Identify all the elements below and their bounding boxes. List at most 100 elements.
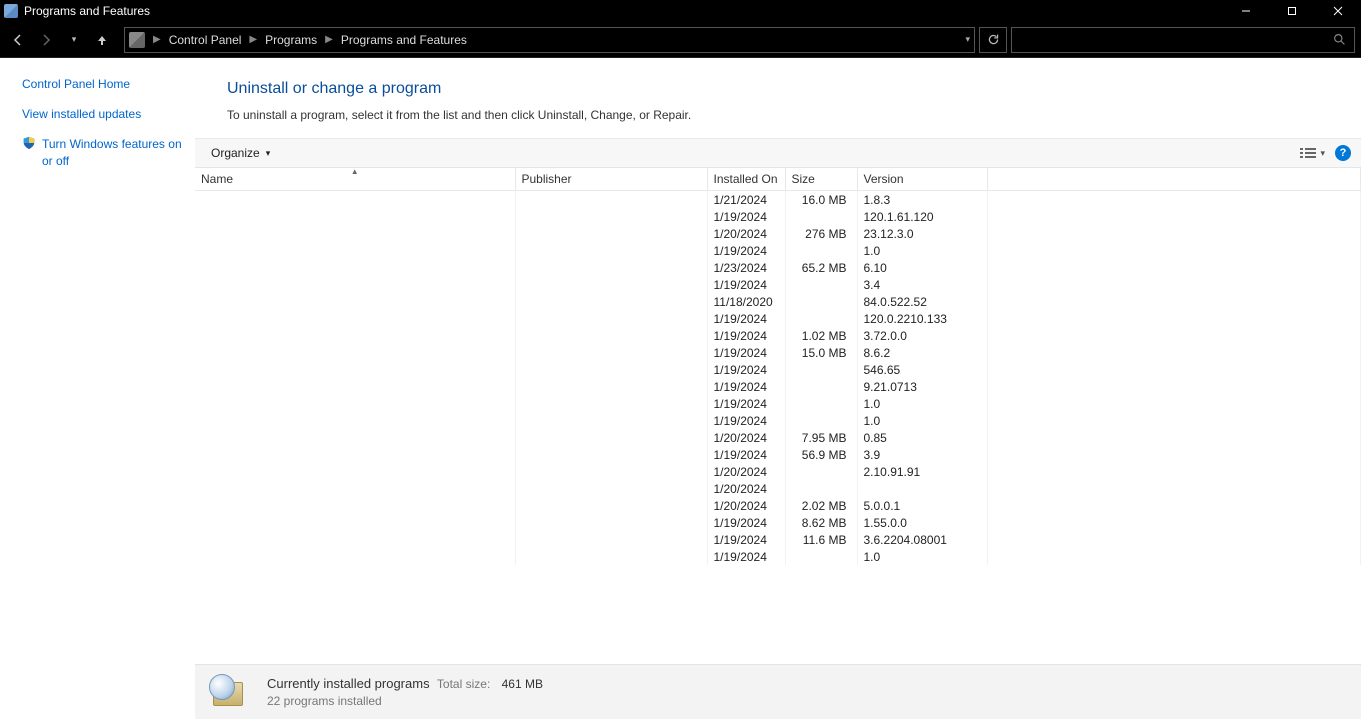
help-button[interactable]: ? (1335, 145, 1351, 161)
search-box[interactable] (1011, 27, 1355, 53)
table-row[interactable]: 1/19/2024120.1.61.120 (195, 208, 1361, 225)
cell-name (195, 208, 515, 225)
cell-version: 3.6.2204.08001 (857, 531, 987, 548)
status-count: 22 programs installed (267, 693, 543, 710)
cell-publisher (515, 412, 707, 429)
control-panel-home-link[interactable]: Control Panel Home (22, 76, 183, 92)
cell-publisher (515, 293, 707, 310)
cell-size (785, 242, 857, 259)
table-row[interactable]: 1/19/20241.0 (195, 395, 1361, 412)
cell-spacer (987, 344, 1361, 361)
cell-publisher (515, 361, 707, 378)
table-row[interactable]: 1/19/20248.62 MB1.55.0.0 (195, 514, 1361, 531)
cell-installed: 1/19/2024 (707, 412, 785, 429)
table-row[interactable]: 1/20/20242.10.91.91 (195, 463, 1361, 480)
cell-name (195, 480, 515, 497)
windows-features-link[interactable]: Turn Windows features on or off (22, 136, 183, 168)
address-dropdown-icon[interactable]: ▾ (965, 34, 970, 45)
table-row[interactable]: 1/19/202456.9 MB3.9 (195, 446, 1361, 463)
cell-version: 1.8.3 (857, 191, 987, 209)
table-row[interactable]: 1/19/20243.4 (195, 276, 1361, 293)
column-header-name[interactable]: Name ▲ (195, 168, 515, 191)
cell-size (785, 293, 857, 310)
cell-version (857, 480, 987, 497)
table-row[interactable]: 1/20/2024 (195, 480, 1361, 497)
table-row[interactable]: 1/19/20241.0 (195, 242, 1361, 259)
status-title: Currently installed programs (267, 676, 430, 691)
chevron-down-icon: ▾ (266, 148, 271, 159)
page-heading: Uninstall or change a program (227, 80, 1361, 98)
table-row[interactable]: 1/23/202465.2 MB6.10 (195, 259, 1361, 276)
cell-installed: 11/18/2020 (707, 293, 785, 310)
cell-size (785, 463, 857, 480)
cell-publisher (515, 208, 707, 225)
table-row[interactable]: 11/18/202084.0.522.52 (195, 293, 1361, 310)
cell-name (195, 412, 515, 429)
view-options-button[interactable]: ▾ (1300, 147, 1325, 159)
program-list: Name ▲ Publisher Installed On Size Versi… (195, 168, 1361, 664)
cell-version: 1.0 (857, 242, 987, 259)
breadcrumb-item[interactable]: Programs and Features (341, 33, 467, 47)
chevron-right-icon: ▶ (249, 34, 257, 45)
column-header-row: Name ▲ Publisher Installed On Size Versi… (195, 168, 1361, 191)
close-button[interactable] (1315, 0, 1361, 22)
table-row[interactable]: 1/20/2024276 MB23.12.3.0 (195, 225, 1361, 242)
table-row[interactable]: 1/19/202415.0 MB8.6.2 (195, 344, 1361, 361)
table-row[interactable]: 1/19/2024546.65 (195, 361, 1361, 378)
cell-spacer (987, 480, 1361, 497)
table-row[interactable]: 1/19/2024120.0.2210.133 (195, 310, 1361, 327)
cell-publisher (515, 446, 707, 463)
cell-size (785, 395, 857, 412)
cell-spacer (987, 259, 1361, 276)
table-row[interactable]: 1/20/20242.02 MB5.0.0.1 (195, 497, 1361, 514)
cell-installed: 1/19/2024 (707, 361, 785, 378)
organize-button[interactable]: Organize ▾ (205, 144, 276, 162)
cell-publisher (515, 276, 707, 293)
table-row[interactable]: 1/21/202416.0 MB1.8.3 (195, 191, 1361, 209)
column-header-publisher[interactable]: Publisher (515, 168, 707, 191)
cell-installed: 1/20/2024 (707, 480, 785, 497)
cell-publisher (515, 259, 707, 276)
column-header-version[interactable]: Version (857, 168, 987, 191)
column-label: Name (201, 172, 233, 186)
table-row[interactable]: 1/19/20249.21.0713 (195, 378, 1361, 395)
cell-version: 1.55.0.0 (857, 514, 987, 531)
programs-icon (209, 672, 249, 712)
table-row[interactable]: 1/19/202411.6 MB3.6.2204.08001 (195, 531, 1361, 548)
cell-publisher (515, 191, 707, 209)
column-label: Publisher (522, 172, 572, 186)
table-row[interactable]: 1/19/20241.0 (195, 412, 1361, 429)
minimize-button[interactable] (1223, 0, 1269, 22)
cell-spacer (987, 225, 1361, 242)
cell-publisher (515, 310, 707, 327)
cell-installed: 1/19/2024 (707, 446, 785, 463)
recent-locations-button[interactable]: ▾ (62, 28, 86, 52)
refresh-button[interactable] (979, 27, 1007, 53)
breadcrumb-item[interactable]: Control Panel (169, 33, 242, 47)
cell-version: 3.4 (857, 276, 987, 293)
window-title: Programs and Features (24, 4, 150, 18)
table-row[interactable]: 1/19/20241.0 (195, 548, 1361, 565)
up-button[interactable] (90, 28, 114, 52)
maximize-button[interactable] (1269, 0, 1315, 22)
cell-installed: 1/19/2024 (707, 514, 785, 531)
back-button[interactable] (6, 28, 30, 52)
cell-publisher (515, 225, 707, 242)
column-header-spacer (987, 168, 1361, 191)
table-row[interactable]: 1/19/20241.02 MB3.72.0.0 (195, 327, 1361, 344)
cell-installed: 1/19/2024 (707, 378, 785, 395)
cell-spacer (987, 463, 1361, 480)
cell-publisher (515, 395, 707, 412)
cell-installed: 1/20/2024 (707, 463, 785, 480)
address-bar[interactable]: ▶ Control Panel ▶ Programs ▶ Programs an… (124, 27, 975, 53)
cell-name (195, 446, 515, 463)
cell-version: 23.12.3.0 (857, 225, 987, 242)
view-installed-updates-link[interactable]: View installed updates (22, 106, 183, 122)
forward-button[interactable] (34, 28, 58, 52)
column-header-installed[interactable]: Installed On (707, 168, 785, 191)
breadcrumb-item[interactable]: Programs (265, 33, 317, 47)
table-row[interactable]: 1/20/20247.95 MB0.85 (195, 429, 1361, 446)
column-header-size[interactable]: Size (785, 168, 857, 191)
cell-version: 1.0 (857, 395, 987, 412)
cell-spacer (987, 242, 1361, 259)
